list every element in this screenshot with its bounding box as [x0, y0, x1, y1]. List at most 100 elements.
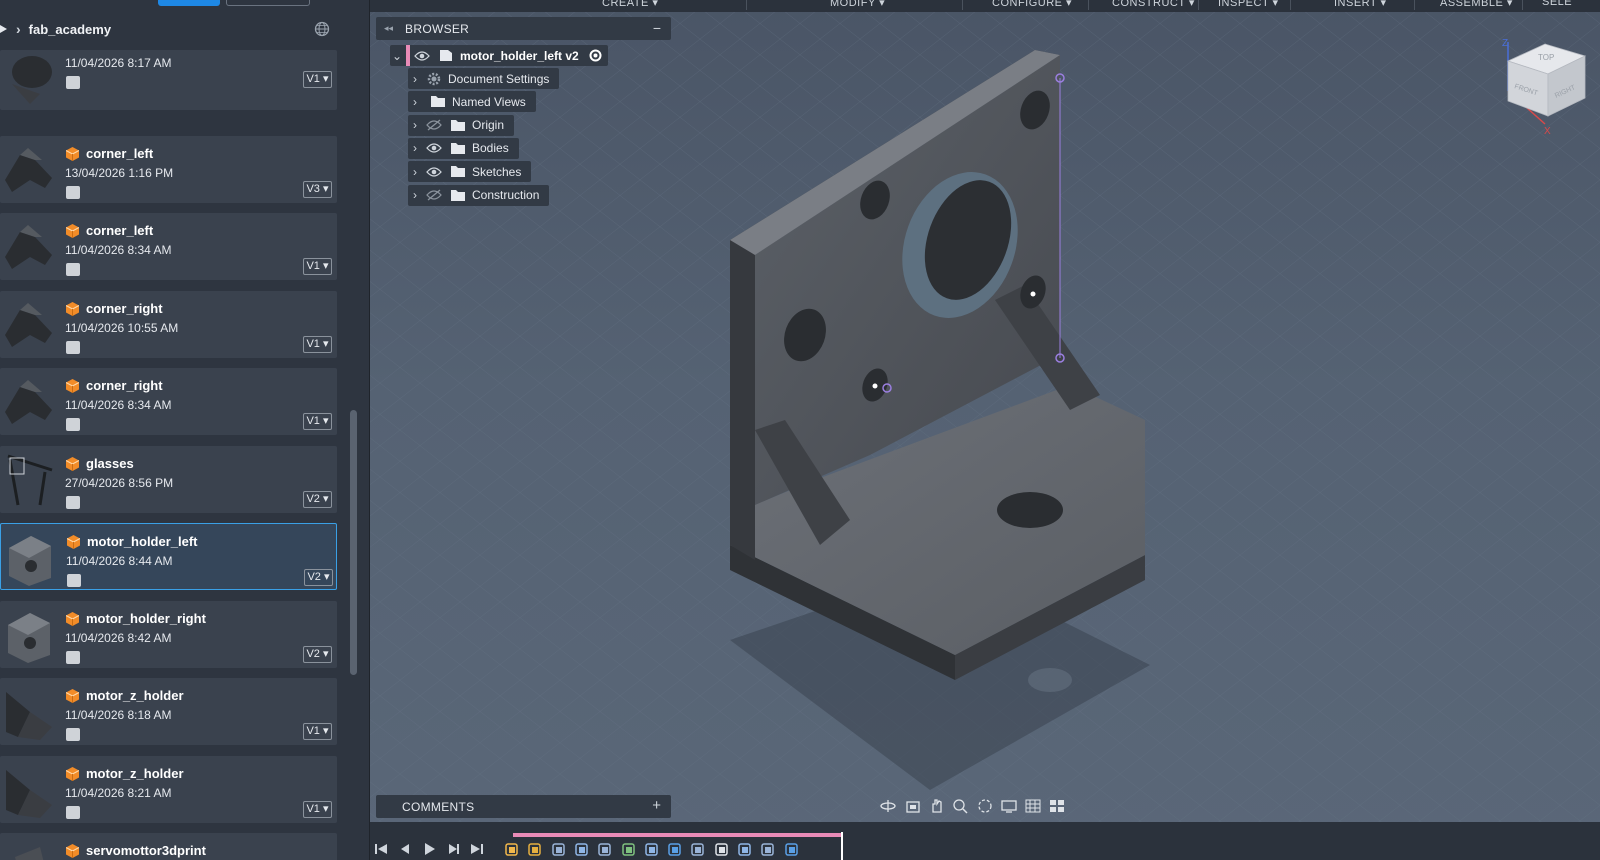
timeline-marker[interactable] — [841, 832, 843, 860]
scrollbar[interactable] — [350, 410, 357, 675]
tab-active[interactable] — [158, 0, 220, 6]
browser-header[interactable]: ◂◂ BROWSER − — [376, 17, 671, 40]
toolbar-tab[interactable]: CONFIGURE ▾ — [992, 0, 1072, 9]
sketch-point — [872, 383, 878, 389]
step-forward-icon[interactable] — [446, 842, 460, 856]
timeline-feature-icon[interactable] — [551, 842, 566, 857]
model-render[interactable] — [370, 0, 1600, 860]
version-dropdown[interactable]: V1 ▾ — [303, 258, 332, 275]
data-panel: › fab_academy 11/04/2026 8:17 AM V1 ▾ corn… — [0, 0, 370, 860]
toolbar-tab[interactable]: MODIFY ▾ — [830, 0, 885, 9]
toolbar-tab[interactable]: SELE — [1542, 0, 1572, 8]
orbit-icon[interactable] — [880, 798, 898, 814]
globe-icon[interactable] — [314, 21, 330, 37]
timeline-feature-icon[interactable] — [574, 842, 589, 857]
version-dropdown[interactable]: V3 ▾ — [303, 180, 332, 198]
version-dropdown[interactable]: V1 ▾ — [303, 335, 332, 353]
play-icon[interactable] — [422, 842, 436, 856]
tab-inactive[interactable] — [226, 0, 310, 6]
file-item[interactable]: corner_right 11/04/2026 8:34 AM V1 ▾ — [0, 368, 337, 435]
toolbar-separator — [1414, 0, 1415, 10]
file-item[interactable]: glasses 27/04/2026 8:56 PM V2 ▾ — [0, 445, 337, 513]
look-at-icon[interactable] — [904, 798, 922, 814]
version-dropdown[interactable]: V1 ▾ — [303, 413, 332, 430]
version-dropdown[interactable]: V1 ▾ — [303, 800, 332, 818]
toolbar-tab[interactable]: INSPECT ▾ — [1218, 0, 1279, 9]
eye-icon[interactable] — [426, 142, 442, 154]
pan-icon[interactable] — [928, 798, 946, 814]
browser-item[interactable]: › Sketches — [408, 161, 532, 183]
timeline-feature-icon[interactable] — [504, 842, 519, 857]
timeline-feature-icon[interactable] — [737, 842, 752, 857]
collapse-icon[interactable]: ◂◂ — [384, 23, 393, 34]
chevron-right-icon[interactable]: › — [408, 95, 422, 109]
toolbar-tab[interactable]: CONSTRUCT ▾ — [1112, 0, 1195, 9]
chevron-right-icon[interactable]: › — [408, 188, 422, 202]
eye-off-icon[interactable] — [426, 189, 442, 201]
eye-icon[interactable] — [414, 50, 430, 62]
browser-item[interactable]: › Bodies — [408, 137, 519, 159]
timeline-track[interactable] — [513, 833, 843, 837]
timeline-feature-icon[interactable] — [760, 842, 775, 857]
timeline-feature-icon[interactable] — [690, 842, 705, 857]
file-item[interactable]: corner_left 11/04/2026 8:34 AM V1 ▾ — [0, 213, 337, 280]
timeline-feature-icon[interactable] — [621, 842, 636, 857]
project-name[interactable]: fab_academy — [29, 22, 111, 37]
chevron-right-icon[interactable]: › — [408, 165, 422, 179]
comments-panel[interactable]: COMMENTS + — [376, 795, 671, 818]
browser-item[interactable]: › Construction — [408, 184, 550, 206]
timeline-feature-icon[interactable] — [714, 842, 729, 857]
minimize-icon[interactable]: − — [653, 20, 661, 36]
timeline-feature-icon[interactable] — [527, 842, 542, 857]
version-dropdown[interactable]: V1 ▾ — [303, 71, 332, 88]
canvas-viewport[interactable]: CREATE ▾ MODIFY ▾ CONFIGURE ▾ CONSTRUCT ▾ IN… — [370, 0, 1600, 860]
x-axis-label: X — [1544, 126, 1551, 136]
chevron-right-icon[interactable]: › — [408, 118, 422, 132]
file-item[interactable]: motor_holder_right 11/04/2026 8:42 AM V2 ▾ — [0, 600, 337, 668]
fit-icon[interactable] — [976, 798, 994, 814]
version-dropdown[interactable]: V1 ▾ — [303, 723, 332, 740]
toolbar-tab[interactable]: CREATE ▾ — [602, 0, 658, 9]
file-item[interactable]: motor_holder_left 11/04/2026 8:44 AM V2 ▾ — [0, 523, 337, 590]
active-radio-icon[interactable] — [589, 49, 602, 62]
timeline-feature-icon[interactable] — [667, 842, 682, 857]
version-dropdown[interactable]: V2 ▾ — [303, 490, 332, 508]
timeline-feature-icon[interactable] — [597, 842, 612, 857]
skip-start-icon[interactable] — [374, 842, 388, 856]
browser-item[interactable]: › Origin — [408, 114, 515, 136]
file-item[interactable]: corner_left 13/04/2026 1:16 PM V3 ▾ — [0, 135, 337, 203]
file-item[interactable]: motor_z_holder 11/04/2026 8:18 AM V1 ▾ — [0, 678, 337, 745]
zoom-icon[interactable] — [952, 798, 970, 814]
browser-item[interactable]: › Named Views — [408, 91, 536, 113]
timeline-feature-icon[interactable] — [784, 842, 799, 857]
grid-settings-icon[interactable] — [1024, 798, 1042, 814]
file-item[interactable]: servomottor3dprint — [0, 833, 337, 860]
file-item[interactable]: corner_right 11/04/2026 10:55 AM V1 ▾ — [0, 290, 337, 358]
home-icon[interactable] — [0, 22, 8, 36]
chevron-down-icon[interactable]: ⌄ — [390, 49, 404, 63]
timeline-feature-icon[interactable] — [644, 842, 659, 857]
file-item[interactable]: motor_z_holder 11/04/2026 8:21 AM V1 ▾ — [0, 755, 337, 823]
file-item[interactable]: 11/04/2026 8:17 AM V1 ▾ — [0, 50, 337, 110]
add-comment-icon[interactable]: + — [652, 797, 661, 814]
browser-root[interactable]: ⌄ motor_holder_left v2 — [390, 45, 608, 66]
toolbar-tab[interactable]: ASSEMBLE ▾ — [1440, 0, 1513, 9]
file-thumbnail — [5, 225, 52, 269]
toolbar-tab[interactable]: INSERT ▾ — [1334, 0, 1387, 9]
view-cube[interactable]: Z X TOP FRONT RIGHT — [1500, 36, 1600, 136]
chevron-right-icon[interactable]: › — [408, 72, 422, 86]
browser-item[interactable]: › Document Settings — [408, 68, 560, 89]
eye-off-icon[interactable] — [426, 119, 442, 131]
chevron-right-icon[interactable]: › — [408, 141, 422, 155]
version-dropdown[interactable]: V2 ▾ — [303, 645, 332, 663]
viewports-icon[interactable] — [1048, 798, 1066, 814]
file-name: motor_holder_left — [87, 534, 198, 549]
version-dropdown[interactable]: V2 ▾ — [304, 569, 333, 586]
skip-end-icon[interactable] — [470, 842, 484, 856]
step-back-icon[interactable] — [398, 842, 412, 856]
eye-icon[interactable] — [426, 166, 442, 178]
browser-item-label: Named Views — [452, 94, 526, 109]
toolbar-separator — [1198, 0, 1199, 10]
display-settings-icon[interactable] — [1000, 798, 1018, 814]
root-marker — [406, 45, 410, 66]
